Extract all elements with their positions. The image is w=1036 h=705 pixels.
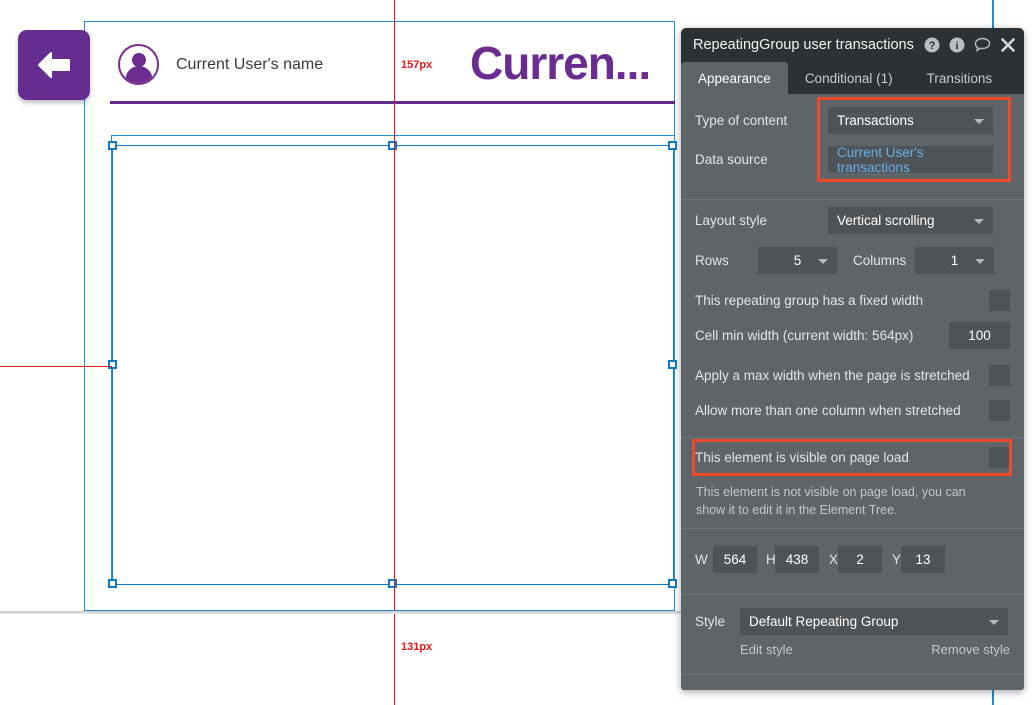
user-avatar-icon	[118, 44, 159, 85]
resize-handle-se[interactable]	[668, 579, 677, 588]
row-rows-columns: Rows 5 Columns 1	[681, 247, 1024, 274]
resize-handle-n[interactable]	[388, 141, 397, 150]
resize-handle-nw[interactable]	[108, 141, 117, 150]
help-icon[interactable]: ?	[924, 37, 940, 53]
label-data-source: Data source	[695, 152, 828, 167]
label-type-of-content: Type of content	[695, 113, 828, 128]
comment-icon[interactable]	[974, 37, 991, 53]
checkbox-max-width[interactable]	[989, 365, 1010, 386]
editor-root: Current User's name Curren... 157px 131p…	[0, 0, 1036, 705]
divider-1	[681, 199, 1024, 200]
label-h: H	[757, 552, 775, 567]
resize-handle-e[interactable]	[668, 360, 677, 369]
label-layout-style: Layout style	[695, 213, 828, 228]
divider-2	[681, 437, 1024, 438]
visible-help-text: This element is not visible on page load…	[696, 483, 991, 519]
input-cell-min-width[interactable]: 100	[949, 322, 1010, 349]
label-columns: Columns	[837, 253, 915, 268]
row-style: Style Default Repeating Group	[681, 608, 1024, 635]
row-layout-style: Layout style Vertical scrolling	[681, 207, 1024, 234]
field-data-source[interactable]: Current User's transactions	[828, 146, 993, 173]
label-allow-more-columns: Allow more than one column when stretche…	[695, 403, 961, 418]
label-rows: Rows	[695, 253, 758, 268]
label-w: W	[695, 552, 713, 567]
divider-5	[681, 674, 1024, 675]
label-x: X	[819, 552, 838, 567]
label-fixed-width: This repeating group has a fixed width	[695, 293, 923, 308]
input-width[interactable]: 564	[713, 546, 757, 573]
current-user-name-text: Current User's name	[176, 56, 323, 74]
select-layout-style[interactable]: Vertical scrolling	[828, 207, 993, 234]
label-visible-on-load: This element is visible on page load	[695, 450, 909, 465]
svg-text:?: ?	[929, 40, 936, 52]
horizontal-guide	[0, 366, 112, 367]
row-type-of-content: Type of content Transactions	[681, 107, 1024, 134]
checkbox-fixed-width[interactable]	[989, 290, 1010, 311]
divider-4	[681, 594, 1024, 595]
svg-text:i: i	[955, 40, 958, 52]
header-divider	[110, 101, 675, 104]
guide-label-bottom: 131px	[401, 641, 432, 653]
checkbox-allow-more-columns[interactable]	[989, 400, 1010, 421]
select-type-of-content[interactable]: Transactions	[828, 107, 993, 134]
row-allow-more-columns: Allow more than one column when stretche…	[681, 397, 1024, 424]
back-button[interactable]	[18, 30, 90, 100]
property-panel[interactable]: RepeatingGroup user transactions ? i	[681, 28, 1024, 690]
resize-handle-ne[interactable]	[668, 141, 677, 150]
remove-style-link[interactable]: Remove style	[931, 642, 1010, 657]
label-max-width: Apply a max width when the page is stret…	[695, 368, 970, 383]
panel-title-icons: ? i	[924, 37, 1016, 53]
close-icon[interactable]	[1000, 37, 1016, 53]
select-style[interactable]: Default Repeating Group	[740, 608, 1008, 635]
tab-conditional[interactable]: Conditional (1)	[788, 62, 910, 94]
page-title[interactable]: Curren...	[470, 36, 650, 90]
select-columns[interactable]: 1	[915, 247, 994, 274]
input-height[interactable]: 438	[775, 546, 819, 573]
divider-3	[681, 528, 1024, 529]
arrow-left-icon	[35, 50, 73, 80]
info-icon[interactable]: i	[949, 37, 965, 53]
checkbox-visible-on-load[interactable]	[989, 447, 1010, 468]
vertical-guide	[394, 0, 395, 705]
resize-handle-sw[interactable]	[108, 579, 117, 588]
resize-handle-s[interactable]	[388, 579, 397, 588]
row-data-source: Data source Current User's transactions	[681, 146, 1024, 173]
resize-handle-w[interactable]	[108, 360, 117, 369]
panel-body: Type of content Transactions Data source…	[681, 94, 1024, 690]
guide-label-top: 157px	[401, 59, 432, 71]
tab-appearance[interactable]: Appearance	[681, 62, 788, 94]
row-style-actions: Edit style Remove style	[681, 639, 1024, 659]
label-y: Y	[882, 552, 901, 567]
edit-style-link[interactable]: Edit style	[740, 642, 793, 657]
panel-title: RepeatingGroup user transactions	[693, 37, 924, 53]
label-style: Style	[695, 614, 740, 629]
selected-element-outline[interactable]	[112, 145, 674, 585]
tab-transitions[interactable]: Transitions	[910, 62, 1010, 94]
input-x[interactable]: 2	[838, 546, 882, 573]
row-dimensions: W 564 H 438 X 2 Y 13	[681, 546, 1024, 573]
row-max-width: Apply a max width when the page is stret…	[681, 362, 1024, 389]
panel-tabs[interactable]: Appearance Conditional (1) Transitions	[681, 62, 1024, 94]
select-rows[interactable]: 5	[758, 247, 837, 274]
label-cell-min-width: Cell min width (current width: 564px)	[695, 328, 913, 343]
row-cell-min-width: Cell min width (current width: 564px) 10…	[681, 322, 1024, 349]
row-fixed-width: This repeating group has a fixed width	[681, 287, 1024, 314]
row-visible-on-load: This element is visible on page load	[681, 444, 1024, 471]
current-user-row[interactable]: Current User's name	[118, 44, 323, 85]
panel-titlebar[interactable]: RepeatingGroup user transactions ? i	[681, 28, 1024, 62]
input-y[interactable]: 13	[901, 546, 945, 573]
